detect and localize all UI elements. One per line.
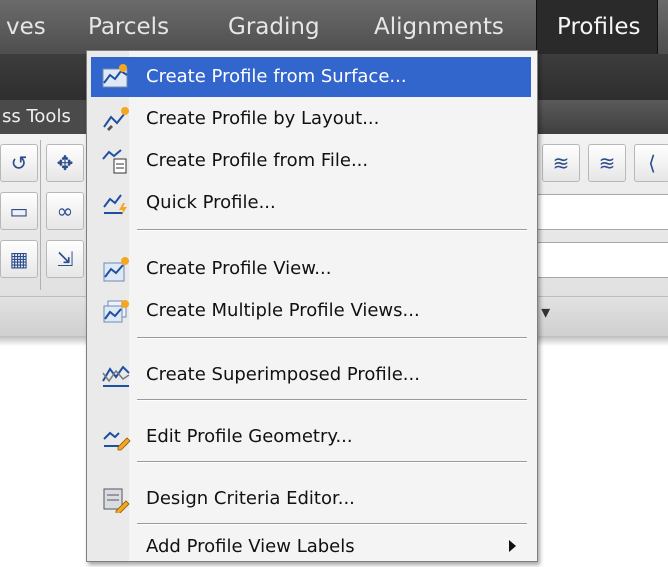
undo-tool-icon[interactable]: ↺: [0, 144, 38, 182]
edit-geometry-icon: [103, 431, 131, 451]
submenu-arrow-icon: [509, 540, 516, 552]
menu-separator: [137, 399, 527, 401]
menu-item-quick-profile[interactable]: Quick Profile...: [91, 183, 531, 223]
menu-item-label: Design Criteria Editor...: [146, 488, 355, 509]
profiles-dropdown-menu: Create Profile from Surface... Create Pr…: [86, 50, 538, 562]
menu-item-label: Create Multiple Profile Views...: [146, 300, 420, 321]
insert-tool-icon[interactable]: ⇲: [46, 240, 84, 278]
quick-profile-icon: [103, 194, 127, 216]
profile-view-icon: [103, 257, 129, 282]
superimposed-profile-icon: [102, 365, 130, 387]
menu-item-label: Create Superimposed Profile...: [146, 364, 420, 385]
menu-item-create-multiple-profile-views[interactable]: Create Multiple Profile Views...: [91, 291, 531, 331]
menu-alignments[interactable]: Alignments: [374, 0, 504, 54]
hatch-tool-icon[interactable]: ▦: [0, 240, 38, 278]
menu-curves[interactable]: ves: [6, 0, 46, 54]
menu-item-label: Create Profile from File...: [146, 150, 369, 171]
layer-down-icon[interactable]: ≋: [542, 144, 580, 182]
menu-item-label: Create Profile by Layout...: [146, 108, 380, 129]
menu-item-label: Quick Profile...: [146, 192, 276, 213]
menu-separator: [137, 229, 527, 231]
design-criteria-icon: [103, 488, 130, 513]
link-tool-icon[interactable]: ∞: [46, 192, 84, 230]
property-dropdown[interactable]: [536, 242, 668, 278]
menu-separator: [137, 523, 527, 525]
layer-up-icon[interactable]: ≋: [588, 144, 626, 182]
multiple-profile-views-icon: [103, 300, 129, 323]
menu-item-create-profile-from-file[interactable]: Create Profile from File...: [91, 141, 531, 181]
rectangle-tool-icon[interactable]: ▭: [0, 192, 38, 230]
menu-profiles[interactable]: Profiles: [536, 0, 658, 54]
layout-profile-icon: [103, 107, 129, 131]
menu-bar: ves Parcels Grading Alignments Profiles: [0, 0, 668, 54]
menu-item-create-profile-from-surface[interactable]: Create Profile from Surface...: [91, 57, 531, 97]
menu-item-label: Edit Profile Geometry...: [146, 426, 353, 447]
menu-separator: [137, 337, 527, 339]
surface-profile-icon: [102, 64, 128, 88]
menu-parcels[interactable]: Parcels: [88, 0, 169, 54]
file-profile-icon: [102, 149, 127, 174]
menu-item-add-profile-view-labels[interactable]: Add Profile View Labels: [91, 527, 531, 567]
ribbon-tab-tools[interactable]: ss Tools: [0, 100, 97, 134]
ribbon-divider: [40, 140, 41, 290]
menu-item-create-profile-view[interactable]: Create Profile View...: [91, 249, 531, 289]
menu-item-label: Create Profile View...: [146, 258, 332, 279]
layer-more-icon[interactable]: ⟨: [634, 144, 668, 182]
layer-dropdown[interactable]: [536, 194, 668, 230]
menu-item-label: Create Profile from Surface...: [146, 66, 407, 87]
menu-separator: [137, 461, 527, 463]
menu-item-edit-profile-geometry[interactable]: Edit Profile Geometry...: [91, 417, 531, 457]
menu-item-label: Add Profile View Labels: [146, 536, 355, 557]
menu-item-design-criteria-editor[interactable]: Design Criteria Editor...: [91, 479, 531, 519]
menu-item-create-superimposed-profile[interactable]: Create Superimposed Profile...: [91, 355, 531, 395]
move-tool-icon[interactable]: ✥: [46, 144, 84, 182]
menu-item-create-profile-by-layout[interactable]: Create Profile by Layout...: [91, 99, 531, 139]
menu-grading[interactable]: Grading: [228, 0, 320, 54]
